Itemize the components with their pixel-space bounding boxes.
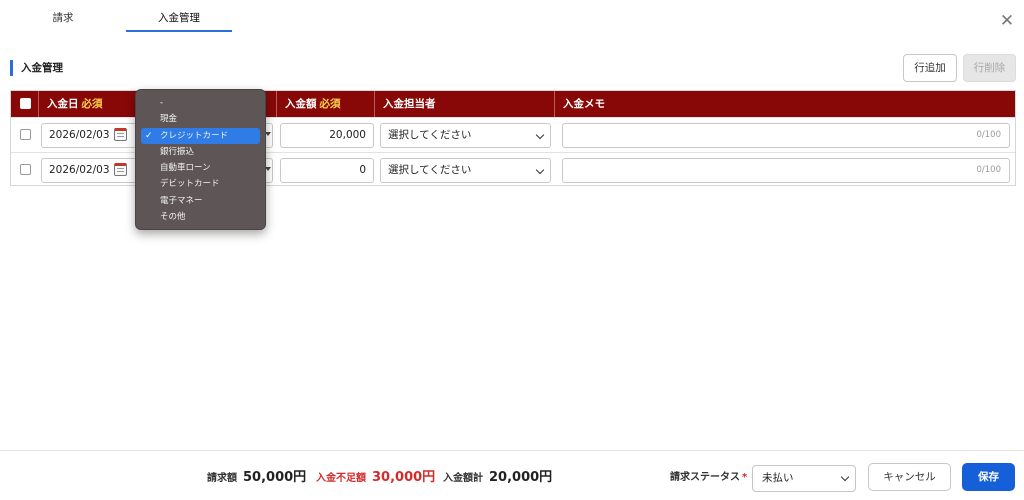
select-all-checkbox[interactable] <box>20 98 31 109</box>
check-icon: ✓ <box>145 130 153 141</box>
calendar-icon[interactable] <box>114 128 127 141</box>
dropdown-option-label: 銀行振込 <box>160 146 195 157</box>
dropdown-option-credit-card[interactable]: ✓ クレジットカード <box>141 127 260 144</box>
required-marker: * <box>742 472 748 483</box>
header-date: 入金日 必須 <box>39 91 139 117</box>
memo-input[interactable]: 0/100 <box>562 123 1010 148</box>
invoice-amount-label: 請求額 <box>207 473 237 484</box>
invoice-amount-value: 50,000円 <box>243 470 307 485</box>
dropdown-option-cash[interactable]: 現金 <box>141 111 260 127</box>
header-select-cell <box>11 91 39 117</box>
status-label: 請求ステータス * <box>670 451 747 500</box>
invoice-status-value: 未払い <box>762 472 794 484</box>
header-amount-label: 入金額 <box>285 98 317 110</box>
section-title: 入金管理 <box>10 60 63 76</box>
chevron-down-icon <box>535 165 545 175</box>
amount-input[interactable]: 20,000 <box>280 123 374 148</box>
person-select[interactable]: 選択してください <box>380 123 551 148</box>
memo-char-count: 0/100 <box>976 130 1002 140</box>
dropdown-option-label: 現金 <box>160 114 178 125</box>
dropdown-option-other[interactable]: その他 <box>141 209 260 225</box>
payment-method-dropdown: - 現金 ✓ クレジットカード 銀行振込 自動車ローン デビットカード 電子マネー… <box>135 89 266 230</box>
header-date-label: 入金日 <box>47 98 79 110</box>
person-select-value: 選択してください <box>388 164 472 176</box>
dropdown-option-label: デビットカード <box>160 179 220 190</box>
invoice-amount: 請求額 50,000円 <box>207 451 306 500</box>
person-select[interactable]: 選択してください <box>380 158 551 183</box>
status-label-text: 請求ステータス <box>670 472 740 483</box>
cancel-button[interactable]: キャンセル <box>868 463 951 491</box>
payment-total-label: 入金額計 <box>443 473 483 484</box>
invoice-status-select[interactable]: 未払い <box>752 465 856 492</box>
add-row-button[interactable]: 行追加 <box>903 54 957 82</box>
shortage-amount: 入金不足額 30,000円 <box>316 451 435 500</box>
header-person: 入金担当者 <box>375 91 555 117</box>
chevron-down-icon <box>535 130 545 140</box>
dropdown-option-e-money[interactable]: 電子マネー <box>141 193 260 209</box>
memo-char-count: 0/100 <box>976 165 1002 175</box>
header-amount: 入金額 必須 <box>277 91 375 117</box>
payment-total: 入金額計 20,000円 <box>443 451 552 500</box>
dropdown-option-bank-transfer[interactable]: 銀行振込 <box>141 144 260 160</box>
chevron-down-icon <box>840 472 850 482</box>
tab-bar: 請求 入金管理 <box>0 0 1024 32</box>
dropdown-option-label: - <box>160 98 164 108</box>
calendar-icon[interactable] <box>114 163 127 176</box>
save-button[interactable]: 保存 <box>962 463 1015 491</box>
dropdown-option-debit-card[interactable]: デビットカード <box>141 176 260 192</box>
delete-row-button[interactable]: 行削除 <box>963 54 1016 82</box>
dropdown-option-label: クレジットカード <box>160 130 229 141</box>
header-memo: 入金メモ <box>563 98 605 110</box>
dropdown-option-label: 電子マネー <box>160 195 203 206</box>
dropdown-option-none[interactable]: - <box>141 95 260 111</box>
header-amount-required: 必須 <box>319 98 341 110</box>
memo-input[interactable]: 0/100 <box>562 158 1010 183</box>
close-icon[interactable]: ✕ <box>997 11 1017 31</box>
person-select-value: 選択してください <box>388 129 472 141</box>
row-checkbox[interactable] <box>20 164 31 175</box>
payment-total-value: 20,000円 <box>489 470 553 485</box>
amount-input[interactable]: 0 <box>280 158 374 183</box>
tab-payment-management[interactable]: 入金管理 <box>126 0 232 32</box>
row-checkbox[interactable] <box>20 129 31 140</box>
shortage-amount-value: 30,000円 <box>372 470 436 485</box>
dropdown-option-label: 自動車ローン <box>160 163 211 174</box>
dropdown-option-label: その他 <box>160 212 186 223</box>
shortage-amount-label: 入金不足額 <box>316 473 366 484</box>
dropdown-option-car-loan[interactable]: 自動車ローン <box>141 160 260 176</box>
tab-invoice[interactable]: 請求 <box>0 0 126 32</box>
header-date-required: 必須 <box>81 98 103 110</box>
